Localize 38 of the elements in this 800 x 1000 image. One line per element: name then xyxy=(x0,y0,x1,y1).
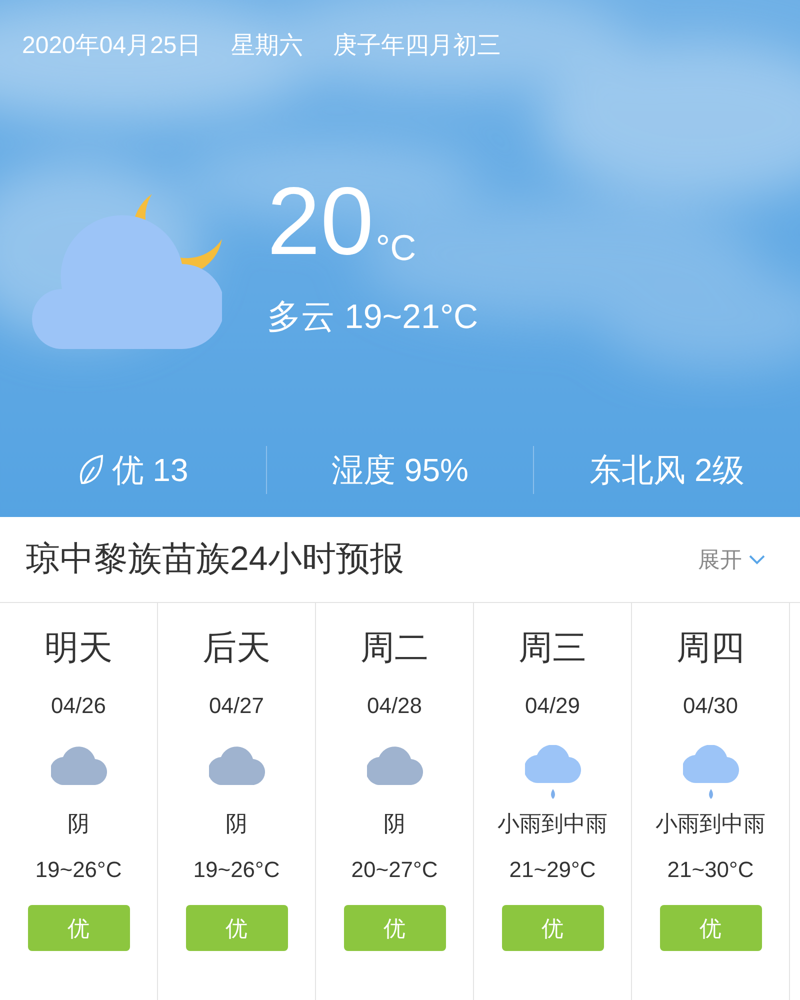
date-text: 2020年04月25日 xyxy=(22,31,201,61)
air-quality-badge: 优 xyxy=(344,905,446,951)
day-temperature: 21~29°C xyxy=(509,859,596,881)
expand-button[interactable]: 展开 xyxy=(698,543,766,576)
stat-text: 优 13 xyxy=(112,451,188,490)
leaf-icon xyxy=(78,453,104,487)
day-condition: 小雨到中雨 xyxy=(656,813,766,835)
day-name: 后天 xyxy=(202,631,270,665)
day-name: 周四 xyxy=(676,631,744,665)
day-date: 04/29 xyxy=(524,695,580,717)
day-date: 04/27 xyxy=(208,695,264,717)
unit-text: °C xyxy=(376,230,416,266)
day-date: 04/28 xyxy=(366,695,422,717)
day-temperature: 19~26°C xyxy=(193,859,280,881)
day-name: 明天 xyxy=(44,631,112,665)
condition-text: 多云 19~21°C xyxy=(267,297,478,338)
day-temperature: 20~27°C xyxy=(351,859,438,881)
day-date: 04/26 xyxy=(50,695,106,717)
day-temperature: 19~26°C xyxy=(35,859,122,881)
day-condition: 阴 xyxy=(384,813,406,835)
chevron-down-icon xyxy=(748,554,766,566)
section-title: 琼中黎族苗族24小时预报 xyxy=(26,539,404,580)
lunar-date-text: 庚子年四月初三 xyxy=(332,31,501,61)
day-name: 周二 xyxy=(360,631,428,665)
day-temperature: 21~30°C xyxy=(667,859,754,881)
day-name: 周三 xyxy=(518,631,586,665)
weekday-text: 星期六 xyxy=(230,31,303,61)
day-condition: 阴 xyxy=(68,813,90,835)
air-quality-badge: 优 xyxy=(502,905,604,951)
air-quality-badge: 优 xyxy=(660,905,762,951)
day-condition: 阴 xyxy=(226,813,248,835)
day-date: 04/30 xyxy=(682,695,738,717)
air-quality-badge: 优 xyxy=(186,905,288,951)
air-quality-badge: 优 xyxy=(28,905,130,951)
stat-text: 东北风 2级 xyxy=(590,451,744,490)
stat-text: 湿度 95% xyxy=(332,451,468,490)
temperature-text: 20 xyxy=(267,174,374,270)
day-condition: 小雨到中雨 xyxy=(498,813,608,835)
